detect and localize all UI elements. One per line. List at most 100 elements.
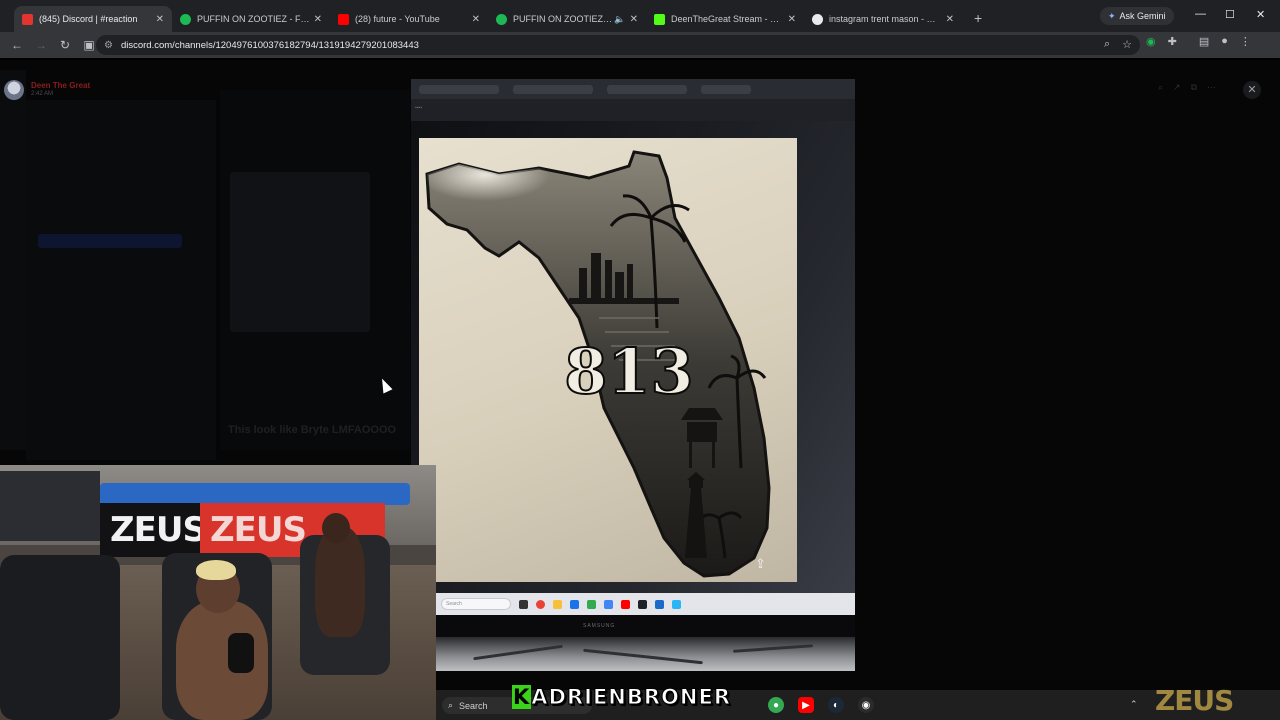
steam-app-icon[interactable]: ◐ xyxy=(828,697,844,713)
photo-taskbar-icon xyxy=(638,599,647,609)
close-window-icon[interactable]: ✕ xyxy=(1256,8,1265,21)
site-info-icon[interactable]: ⚙ xyxy=(104,40,113,51)
area-code-text: 813 xyxy=(564,335,693,408)
florida-map-artwork: 813 xyxy=(425,150,771,578)
close-tab-icon[interactable]: ✕ xyxy=(946,14,954,25)
close-tab-icon[interactable]: ✕ xyxy=(156,14,164,25)
dim-message-text: This look like Bryte LMFAOOOO xyxy=(228,424,397,436)
share-icon[interactable]: ↗ xyxy=(1173,82,1181,93)
tab-title: instagram trent mason - Googl xyxy=(829,14,942,24)
minimize-icon[interactable]: — xyxy=(1195,8,1206,20)
search-placeholder: Search xyxy=(459,700,488,711)
tab-title: PUFFIN ON ZOOTIEZ • Futu xyxy=(513,14,612,24)
photo-taskbar-icon xyxy=(587,599,596,609)
chrome-app-icon[interactable]: ● xyxy=(768,697,784,713)
youtube-app-icon[interactable]: ▶ xyxy=(798,697,814,713)
close-tab-icon[interactable]: ✕ xyxy=(630,14,638,25)
back-icon[interactable]: ← xyxy=(10,38,24,52)
server-list xyxy=(0,70,26,450)
side-panel-icon[interactable]: ▤ xyxy=(1199,35,1209,48)
photo-taskbar-icon xyxy=(621,599,630,609)
tab-title: PUFFIN ON ZOOTIEZ - Future xyxy=(197,14,310,24)
tab-spotify[interactable]: PUFFIN ON ZOOTIEZ - Future ✕ xyxy=(172,6,330,32)
close-tab-icon[interactable]: ✕ xyxy=(788,14,796,25)
address-bar[interactable]: ⚙ discord.com/channels/12049761003761827… xyxy=(96,35,1140,55)
screen: (845) Discord | #reaction ✕ PUFFIN ON ZO… xyxy=(0,0,1280,720)
gemini-sparkle-icon: ✦ xyxy=(1108,10,1116,21)
cam-blue-table xyxy=(100,483,410,505)
zoom-icon[interactable]: ⌕ xyxy=(1104,38,1110,51)
tray-chevron-icon[interactable]: ⌃ xyxy=(1130,699,1138,710)
maximize-icon[interactable]: ☐ xyxy=(1225,8,1235,21)
tab-youtube[interactable]: (28) future - YouTube ✕ xyxy=(330,6,488,32)
tab-title: DeenTheGreat Stream - Watch xyxy=(671,14,784,24)
dim-attachment-thumb xyxy=(230,172,370,332)
close-tab-icon[interactable]: ✕ xyxy=(314,14,322,25)
photo-monitor-tabs xyxy=(411,79,855,99)
zeus-banner-black: ZEUS xyxy=(100,503,207,557)
forward-icon[interactable]: → xyxy=(34,38,48,52)
tab-discord[interactable]: (845) Discord | #reaction ✕ xyxy=(14,6,172,32)
split-view-icon[interactable]: ▣ xyxy=(82,38,96,52)
streamer-blonde-hair xyxy=(196,560,236,580)
image-attachment[interactable]: ▪▪▪▪ 813 ⇪ Search SAMSUNG xyxy=(411,79,855,671)
browser-tab-strip: (845) Discord | #reaction ✕ PUFFIN ON ZO… xyxy=(0,0,1280,32)
photo-monitor-bar: ▪▪▪▪ xyxy=(411,99,855,121)
close-viewer-icon[interactable]: ✕ xyxy=(1243,81,1261,99)
tab-kick[interactable]: DeenTheGreat Stream - Watch ✕ xyxy=(646,6,804,32)
taskbar-apps: ● ▶ ◐ ◉ xyxy=(768,697,874,713)
tab-title: (28) future - YouTube xyxy=(355,14,440,24)
photo-tab xyxy=(607,84,687,94)
zoom-in-icon[interactable]: ⌕ xyxy=(1158,82,1163,93)
photo-taskbar-icon xyxy=(655,599,664,609)
photo-taskbar-icon xyxy=(570,599,579,609)
tab-spotify-2[interactable]: PUFFIN ON ZOOTIEZ • Futu 🔈 ✕ xyxy=(488,6,646,32)
tab-google[interactable]: instagram trent mason - Googl ✕ xyxy=(804,6,962,32)
photo-taskbar-icon xyxy=(672,599,681,609)
kick-favicon-icon xyxy=(654,13,665,25)
puzzle-extensions-icon[interactable]: ✚ xyxy=(1168,35,1177,48)
dim-channel-button xyxy=(38,234,182,248)
photo-taskbar-icon xyxy=(536,599,545,609)
browser-toolbar: ← → ↻ ▣ ⚙ discord.com/channels/120497610… xyxy=(0,32,1280,58)
ask-gemini-label: Ask Gemini xyxy=(1119,11,1166,21)
upload-share-icon: ⇪ xyxy=(755,556,766,571)
open-original-icon[interactable]: ⧉ xyxy=(1191,82,1197,93)
streamer xyxy=(176,601,268,720)
discord-favicon-icon xyxy=(22,13,33,25)
cam-poster xyxy=(0,471,100,541)
florida-tattoo-design: 813 xyxy=(419,138,797,582)
more-icon[interactable]: ⋯ xyxy=(1207,82,1216,93)
username[interactable]: Deen The Great xyxy=(31,81,90,90)
obs-app-icon[interactable]: ◉ xyxy=(858,697,874,713)
url-text: discord.com/channels/1204976100376182794… xyxy=(120,39,419,51)
channel-list xyxy=(26,100,216,460)
ask-gemini-button[interactable]: ✦ Ask Gemini xyxy=(1100,7,1174,25)
overlay-caption: KADRIENBRONER xyxy=(512,685,731,710)
photo-taskbar-icon xyxy=(519,599,528,609)
new-tab-button[interactable]: + xyxy=(974,10,982,26)
photo-tab xyxy=(419,84,499,94)
reload-icon[interactable]: ↻ xyxy=(58,38,72,52)
monitor-brand-label: SAMSUNG xyxy=(583,623,616,629)
gaming-chair-left xyxy=(0,555,120,720)
speaker-icon[interactable]: 🔈 xyxy=(614,14,625,25)
search-icon: ⌕ xyxy=(448,700,454,710)
profile-avatar-icon[interactable]: ● xyxy=(1221,35,1228,48)
avatar[interactable] xyxy=(4,80,24,100)
youtube-favicon-icon xyxy=(338,13,349,25)
close-tab-icon[interactable]: ✕ xyxy=(472,14,480,25)
photo-monitor-bezel: SAMSUNG xyxy=(433,615,855,637)
tab-title: (845) Discord | #reaction xyxy=(39,14,138,24)
spotify-favicon-icon xyxy=(496,13,507,25)
menu-kebab-icon[interactable]: ⋮ xyxy=(1240,35,1251,48)
microphone xyxy=(228,633,254,673)
webcam-overlay: ZEUS ZEUS xyxy=(0,465,436,720)
photo-desk xyxy=(433,637,855,671)
bookmark-star-icon[interactable]: ☆ xyxy=(1122,38,1132,51)
extension-icon[interactable]: ◉ xyxy=(1146,35,1156,48)
google-favicon-icon xyxy=(812,13,823,25)
second-person-head xyxy=(322,513,350,543)
photo-tab xyxy=(513,84,593,94)
timestamp: 2:42 AM xyxy=(31,91,54,97)
